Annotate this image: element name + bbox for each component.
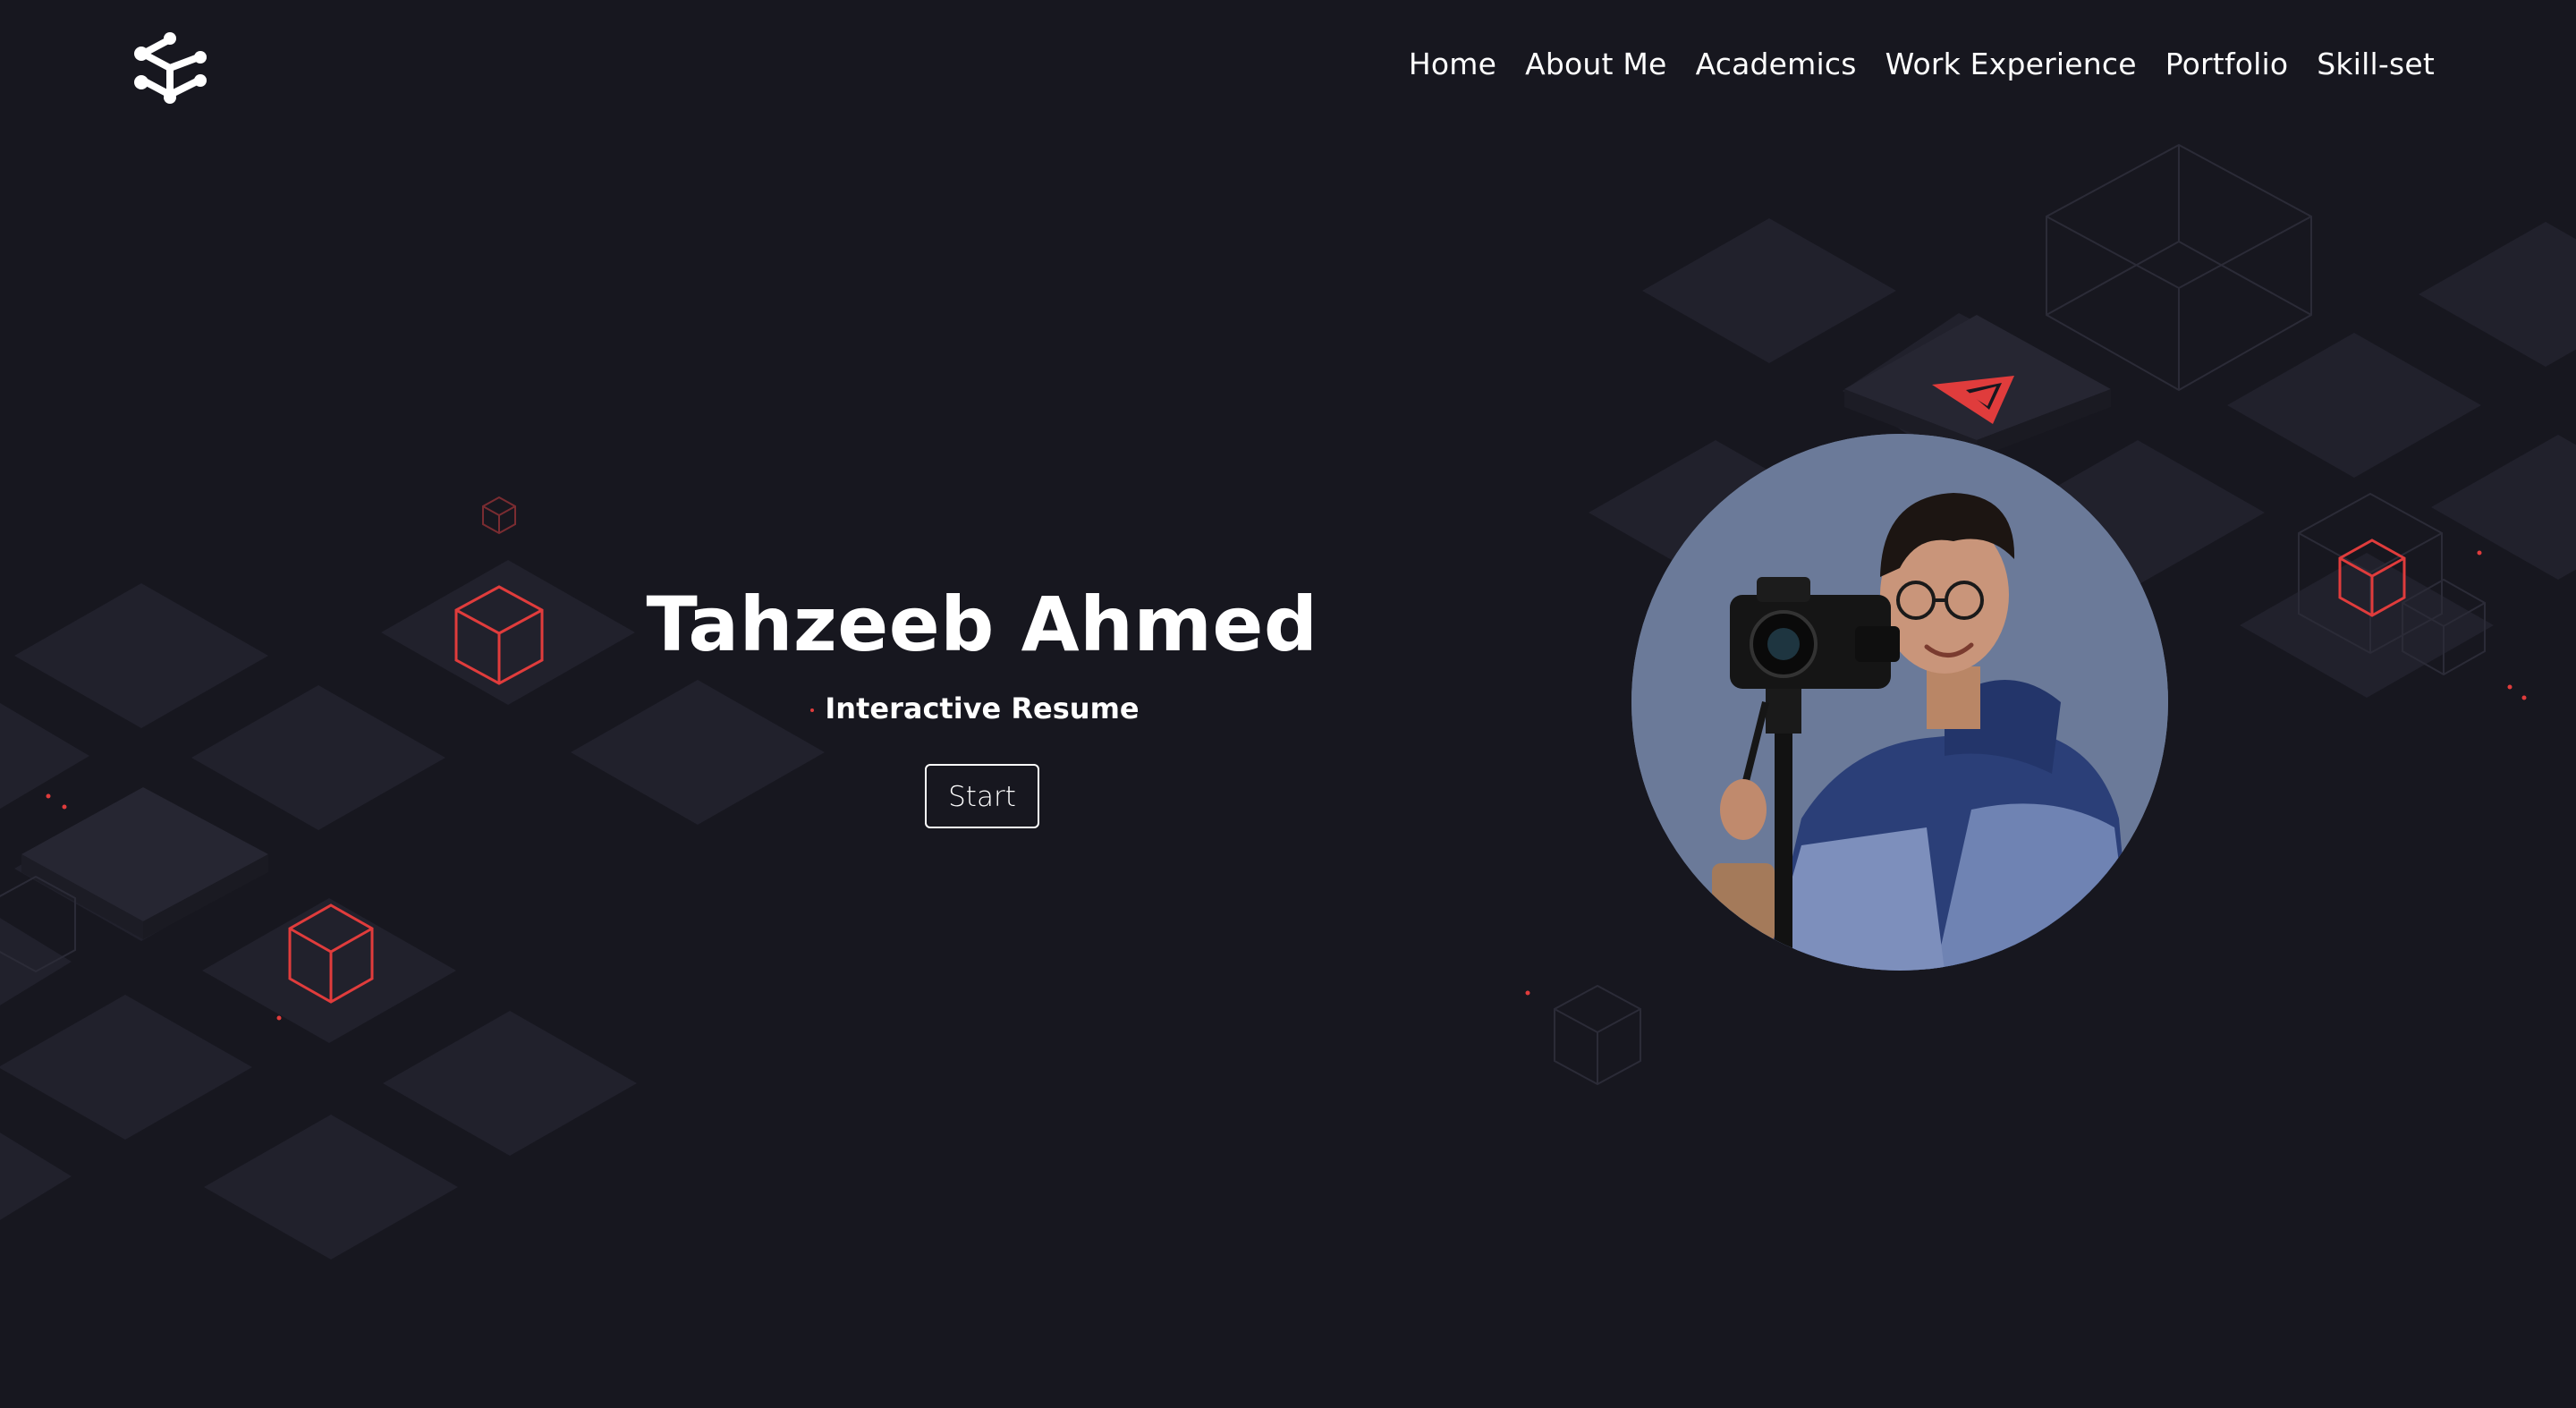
logo-network-icon[interactable]	[132, 30, 209, 106]
hero-section: Tahzeeb Ahmed Interactive Resume Start	[624, 573, 1340, 828]
nav-item-academics[interactable]: Academics	[1696, 47, 1857, 81]
profile-photo	[1631, 434, 2168, 971]
start-button[interactable]: Start	[925, 764, 1039, 828]
nav-item-work-experience[interactable]: Work Experience	[1885, 47, 2137, 81]
nav-item-portfolio[interactable]: Portfolio	[2165, 47, 2289, 81]
nav-item-about-me[interactable]: About Me	[1525, 47, 1666, 81]
hero-name: Tahzeeb Ahmed	[646, 581, 1318, 668]
nav-item-home[interactable]: Home	[1409, 47, 1496, 81]
main-nav: Home About Me Academics Work Experience …	[1409, 47, 2435, 81]
nav-item-skill-set[interactable]: Skill-set	[2317, 47, 2435, 81]
page: Home About Me Academics Work Experience …	[0, 0, 2576, 1408]
hero-subtitle: Interactive Resume	[825, 691, 1140, 725]
